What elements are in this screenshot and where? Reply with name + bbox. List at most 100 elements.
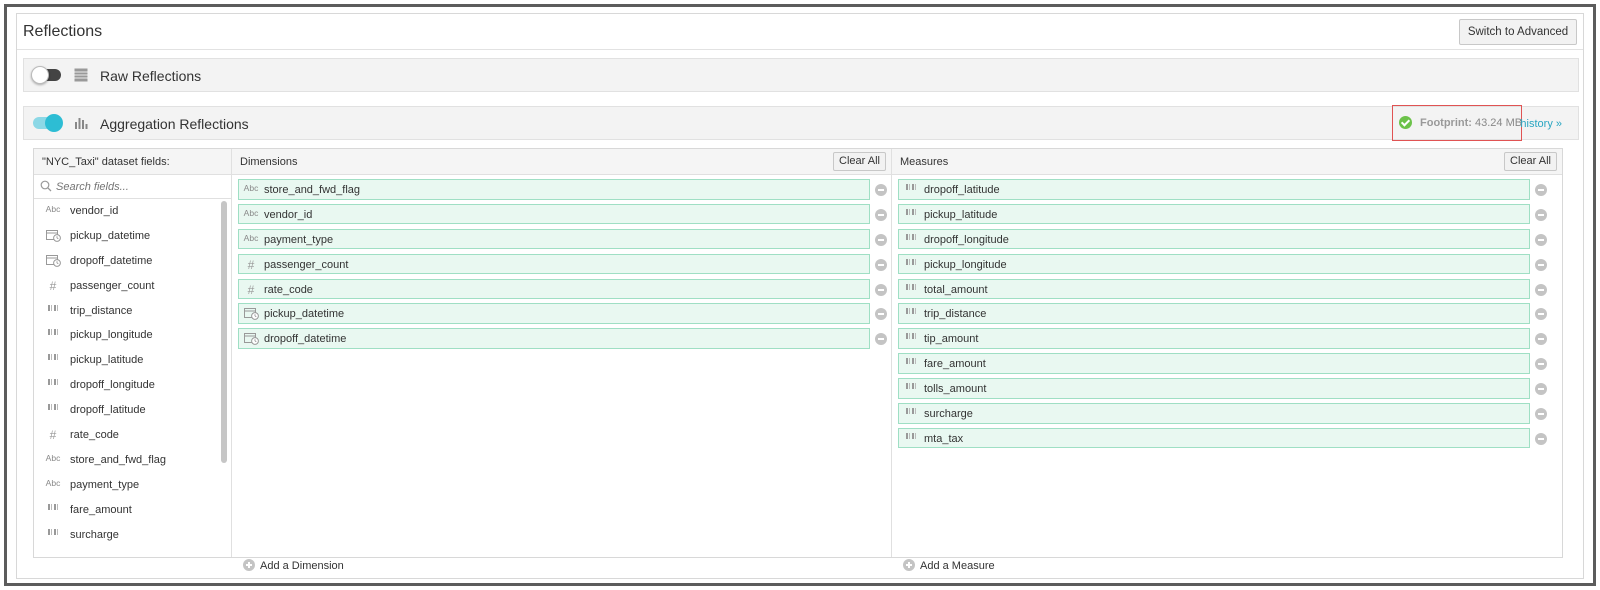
measure-chip[interactable]: surcharge	[898, 403, 1547, 424]
measure-chip[interactable]: total_amount	[898, 278, 1547, 300]
field-item[interactable]: dropoff_longitude	[34, 373, 220, 398]
remove-icon[interactable]	[1535, 333, 1547, 346]
chip-label: dropoff_latitude	[924, 184, 1000, 196]
remove-icon[interactable]	[875, 308, 887, 321]
add-measure-button[interactable]: Add a Measure	[903, 559, 995, 572]
measure-chip[interactable]: pickup_longitude	[898, 253, 1547, 275]
chip-label: mta_tax	[924, 432, 964, 445]
remove-icon[interactable]	[875, 258, 887, 271]
remove-icon[interactable]	[875, 283, 887, 296]
aggregation-reflections-section: Aggregation Reflections Footprint: 43.24…	[23, 105, 1579, 141]
add-dimension-button[interactable]: Add a Dimension	[243, 559, 344, 572]
field-item[interactable]: dropoff_datetime	[34, 249, 220, 274]
remove-icon[interactable]	[1535, 383, 1547, 396]
aggregation-editor: "NYC_Taxi" dataset fields: Abcvendor_idp…	[33, 148, 1563, 558]
measures-header: Measures Clear All	[892, 149, 1562, 175]
check-circle-icon	[1399, 116, 1412, 129]
remove-icon[interactable]	[1535, 208, 1547, 221]
switch-to-advanced-button[interactable]: Switch to Advanced	[1459, 19, 1577, 45]
measure-chip[interactable]: pickup_latitude	[898, 203, 1547, 225]
decimal-type-icon	[902, 307, 920, 317]
remove-icon[interactable]	[1535, 408, 1547, 421]
field-item[interactable]: dropoff_latitude	[34, 398, 220, 423]
raw-reflections-toggle[interactable]	[31, 66, 61, 84]
search-fields-input[interactable]	[56, 178, 221, 196]
dataset-fields-title: "NYC_Taxi" dataset fields:	[42, 156, 170, 168]
field-item[interactable]: pickup_longitude	[34, 323, 220, 348]
chip-label: rate_code	[264, 283, 313, 296]
remove-icon[interactable]	[1535, 432, 1547, 445]
add-dimension-label: Add a Dimension	[260, 560, 344, 572]
dimension-chip[interactable]: dropoff_datetime	[238, 328, 887, 349]
datetime-type-icon	[242, 307, 260, 322]
decimal-type-icon	[902, 432, 920, 442]
dimension-chip[interactable]: Abc store_and_fwd_flag	[238, 179, 887, 200]
dataset-fields-header: "NYC_Taxi" dataset fields:	[34, 149, 231, 175]
dimension-chip[interactable]: # rate_code	[238, 278, 887, 300]
field-item[interactable]: pickup_datetime	[34, 224, 220, 249]
field-name: rate_code	[70, 429, 119, 442]
measure-chip[interactable]: tip_amount	[898, 328, 1547, 349]
clear-measures-button[interactable]: Clear All	[1504, 152, 1557, 171]
field-item[interactable]: trip_distance	[34, 299, 220, 324]
measures-column: Measures Clear All dropoff_latitudepicku…	[892, 149, 1562, 557]
table-icon	[74, 68, 88, 85]
decimal-type-icon	[902, 258, 920, 268]
remove-icon[interactable]	[1535, 308, 1547, 321]
dimension-chip[interactable]: Abc vendor_id	[238, 203, 887, 225]
clear-dimensions-button[interactable]: Clear All	[833, 152, 886, 171]
remove-icon[interactable]	[1535, 233, 1547, 246]
chip-label: dropoff_longitude	[924, 233, 1009, 246]
text-type-icon: Abc	[243, 232, 259, 243]
field-name: pickup_longitude	[70, 329, 153, 342]
raw-reflections-section: Raw Reflections	[23, 58, 1579, 92]
dimension-chip[interactable]: Abc payment_type	[238, 228, 887, 250]
dimensions-header: Dimensions Clear All	[232, 149, 891, 175]
remove-icon[interactable]	[875, 184, 887, 196]
chip-label: total_amount	[924, 283, 988, 296]
remove-icon[interactable]	[1535, 184, 1547, 196]
field-item[interactable]: # rate_code	[34, 423, 220, 448]
header: Reflections Switch to Advanced	[17, 14, 1583, 50]
add-circle-icon	[243, 559, 255, 571]
datetime-type-icon	[44, 229, 62, 244]
field-item[interactable]: Abc store_and_fwd_flag	[34, 448, 220, 473]
add-measure-label: Add a Measure	[920, 560, 995, 572]
decimal-type-icon	[902, 183, 920, 193]
measure-chip[interactable]: tolls_amount	[898, 378, 1547, 399]
field-item[interactable]: fare_amount	[34, 498, 220, 523]
dimension-chip[interactable]: pickup_datetime	[238, 303, 887, 324]
measure-chip[interactable]: dropoff_latitude	[898, 179, 1547, 200]
field-item[interactable]: surcharge	[34, 523, 220, 548]
field-list: Abc vendor_id pickup_datetime dropoff_datet…	[34, 199, 220, 547]
field-item[interactable]: pickup_latitude	[34, 348, 220, 373]
decimal-type-icon	[902, 233, 920, 243]
decimal-type-icon	[902, 407, 920, 417]
field-name: passenger_count	[70, 279, 155, 292]
measure-chip[interactable]: trip_distance	[898, 303, 1547, 324]
measure-chip[interactable]: fare_amount	[898, 353, 1547, 374]
chip-label: tolls_amount	[924, 383, 987, 396]
remove-icon[interactable]	[875, 333, 887, 346]
remove-icon[interactable]	[1535, 283, 1547, 296]
remove-icon[interactable]	[875, 233, 887, 246]
measure-chip[interactable]: mta_tax	[898, 427, 1547, 449]
field-list-scrollbar[interactable]	[221, 201, 227, 463]
measure-chip[interactable]: dropoff_longitude	[898, 228, 1547, 250]
remove-icon[interactable]	[1535, 358, 1547, 371]
history-link[interactable]: history »	[1520, 118, 1562, 130]
field-item[interactable]: Abc vendor_id	[34, 199, 220, 224]
text-type-icon: Abc	[45, 477, 61, 488]
chip-label: fare_amount	[924, 358, 986, 371]
decimal-type-icon	[44, 328, 62, 338]
field-item[interactable]: # passenger_count	[34, 274, 220, 299]
dimension-chip[interactable]: # passenger_count	[238, 253, 887, 275]
remove-icon[interactable]	[1535, 258, 1547, 271]
remove-icon[interactable]	[875, 208, 887, 221]
reflections-panel: Reflections Switch to Advanced Raw Refle…	[16, 13, 1584, 579]
aggregation-reflections-toggle[interactable]	[33, 114, 63, 132]
chip-label: pickup_datetime	[264, 308, 345, 321]
text-type-icon: Abc	[243, 183, 259, 193]
footprint-label: Footprint:	[1420, 117, 1472, 129]
field-item[interactable]: Abc payment_type	[34, 473, 220, 498]
